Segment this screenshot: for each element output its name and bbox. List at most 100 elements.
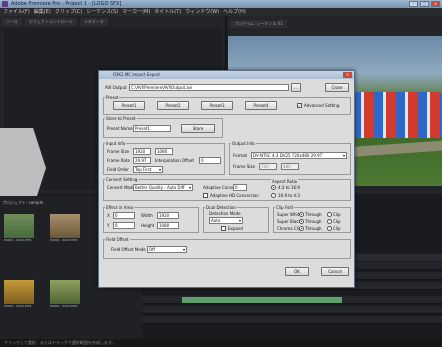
premiere-app-icon [2,1,8,7]
menu-sequence[interactable]: シーケンス(S) [86,8,118,16]
through-label: Through [305,212,322,217]
menu-bar: ファイル(F) 編集(E) クリップ(C) シーケンス(S) マーカー(M) タ… [0,8,442,16]
tab-program[interactable]: プログラム: シーケンス 01 [230,20,287,28]
preset1-button[interactable]: Preset1 [113,101,145,110]
field-order-dropdown[interactable]: Top First [133,166,163,173]
adaptive-hd-checkbox[interactable] [203,193,208,198]
maximize-button[interactable]: □ [420,1,429,7]
menu-marker[interactable]: マーカー(M) [122,8,150,16]
super-white-clip-radio[interactable] [327,212,332,217]
height-label: Height [141,223,155,228]
convert-mode-dropdown[interactable]: Better Quality - Auto Diff [133,184,193,191]
adaptive-convert-field[interactable]: 0 [233,184,247,191]
field-order-label: Field Order [107,167,129,172]
y-field[interactable]: 0 [113,222,135,229]
menu-help[interactable]: ヘルプ(H) [223,8,246,16]
cancel-button[interactable]: Cancel [321,267,349,276]
preset-label: Preset [105,95,120,100]
app-title-bar: Adobe Premiere Pro - Project 1 - [LOGO S… [0,0,442,8]
app-title: Adobe Premiere Pro - Project 1 - [LOGO S… [11,1,122,7]
through-label: Through [305,219,322,224]
project-tab[interactable]: プロジェクト: sample [2,200,43,206]
dual-detection-label: Dual Detection [205,205,237,210]
minimize-button[interactable]: – [409,1,418,7]
menu-clip[interactable]: クリップ(C) [55,8,82,16]
list-item[interactable]: P0002 - 0002.MTS [50,214,80,242]
frame-size-label: Frame Size [107,149,129,154]
list-item[interactable]: P0003 - 0003.MTS [4,280,34,308]
height-field[interactable]: 1080 [157,222,179,229]
field-offset-mode-label: Field Offset Mode [111,247,146,252]
tab-source[interactable]: ソース [2,18,22,26]
aspect-169-to-43-radio[interactable] [271,193,276,198]
status-bar: クリックして選択、またはドラッグで選択範囲を作成します。 [0,339,442,347]
frame-height-field[interactable]: 1080 [155,148,173,155]
clip-thumbnail [50,280,80,304]
aspect-ratio-label: Aspect Ratio [271,179,299,184]
timeline-clip[interactable] [182,297,342,303]
output-frame-size-label: Frame Size [233,164,255,169]
dialog-close-icon[interactable]: × [343,72,352,78]
preset2-button[interactable]: Preset2 [157,101,189,110]
clip-fold-label: Clip Fold [275,205,295,210]
preset-name-label: Preset Name [107,126,133,131]
format-dropdown[interactable]: DV-NTSC 4:3 DV25 720x480 29.97 [251,152,347,159]
through-label: Through [305,226,322,231]
detection-mode-dropdown[interactable]: Auto [209,217,243,224]
tab-metadata[interactable]: メタデータ [79,18,108,26]
list-item[interactable]: P0004 - 0004.MTS [50,280,80,308]
expand-checkbox[interactable] [221,226,226,231]
advanced-setting-checkbox[interactable]: ✓ [297,103,302,108]
chroma-clip-label: Chroma Clip [277,226,302,231]
menu-edit[interactable]: 編集(E) [34,8,51,16]
store-button[interactable]: Store [181,124,215,133]
menu-window[interactable]: ウィンドウ(W) [185,8,219,16]
browse-button[interactable]: ... [291,83,301,92]
frame-rate-label: Frame Rate [107,158,130,163]
close-button[interactable]: × [431,1,440,7]
preset-name-field[interactable]: Preset1 [133,125,171,132]
frame-width-field[interactable]: 1920 [133,148,151,155]
super-black-clip-radio[interactable] [327,219,332,224]
super-white-through-radio[interactable] [299,212,304,217]
width-field[interactable]: 1920 [157,212,179,219]
audio-track[interactable] [142,306,442,314]
frame-rate-field[interactable]: 29.97 [133,157,151,164]
tab-effect-controls[interactable]: エフェクトコントロール [24,18,77,26]
clip-thumbnail [4,280,34,304]
format-label: Format [233,153,248,158]
avi-output-field[interactable]: C:\AVI\Premiere\AVI\Output.avi [129,84,289,91]
chroma-clip-radio[interactable] [327,226,332,231]
preset4-button[interactable]: Preset4 [245,101,277,110]
convert-mode-label: Convert Mode [107,185,135,190]
clip-name: P0001 - 0001.MTS [4,238,32,242]
clip-thumbnail [4,214,34,238]
preset3-button[interactable]: Preset3 [201,101,233,110]
dialog-title: FDK2 MC Import Export [99,71,354,79]
menu-file[interactable]: ファイル(F) [3,8,30,16]
audio-track[interactable] [142,316,442,324]
input-info-label: Input Info [105,141,127,146]
super-black-label: Super Black [277,219,301,224]
menu-title[interactable]: タイトル(T) [154,8,181,16]
audio-track[interactable] [142,296,442,304]
x-field[interactable]: 0 [113,212,135,219]
clip-name: P0002 - 0002.MTS [50,238,78,242]
convert-setting-label: Convert Setting [105,177,139,182]
list-item[interactable]: P0001 - 0001.MTS [4,214,34,242]
aspect-43-to-169-radio[interactable] [271,185,276,190]
interpolation-offset-field[interactable]: 0 [199,157,221,164]
y-label: Y [107,223,110,228]
chroma-through-radio[interactable] [299,226,304,231]
clip-label: Clip [333,219,341,224]
ok-button[interactable]: OK [285,267,309,276]
clip-thumbnail [50,214,80,238]
super-black-through-radio[interactable] [299,219,304,224]
super-white-label: Super White [277,212,302,217]
effect-area-label: Effect in Area [105,205,134,210]
close-dialog-button[interactable]: Close [325,83,349,92]
aspect-169-to-43-label: 16:9 to 4:3 [278,193,300,198]
output-info-label: Output Info [231,141,256,146]
field-offset-mode-dropdown[interactable]: Off [147,246,187,253]
advanced-setting-label: Advanced Setting [304,103,340,108]
